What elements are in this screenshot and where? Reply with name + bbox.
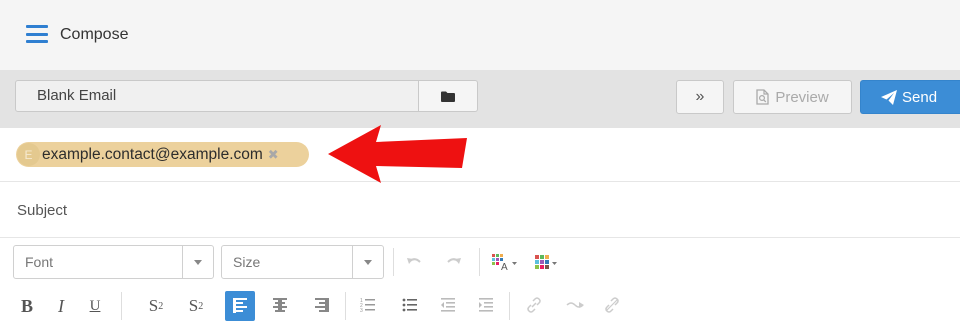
unlink-icon[interactable] — [604, 297, 620, 313]
superscript-mark: 2 — [198, 300, 204, 312]
toolbar-separator — [509, 292, 510, 320]
template-select[interactable]: Blank Email — [15, 80, 419, 112]
align-left-icon — [233, 298, 247, 313]
send-label: Send — [902, 88, 938, 106]
toolbar-separator — [345, 292, 346, 320]
toolbar-separator — [479, 248, 480, 276]
hamburger-icon[interactable] — [26, 25, 48, 43]
size-select-label: Size — [233, 254, 261, 270]
compose-header: Compose — [0, 0, 960, 70]
outdent-icon[interactable] — [440, 297, 456, 313]
link-icon[interactable] — [526, 297, 542, 313]
more-options-button[interactable]: » — [676, 80, 724, 114]
text-color-icon[interactable]: A — [490, 251, 520, 273]
compose-toolbar: Blank Email » Preview Send — [0, 70, 960, 128]
undo-icon[interactable] — [406, 253, 424, 271]
numbered-list-icon[interactable]: 1 2 3 — [360, 297, 376, 313]
svg-text:A: A — [501, 262, 508, 272]
subject-placeholder: Subject — [17, 202, 68, 219]
subject-field[interactable]: Subject — [0, 182, 960, 238]
font-select[interactable]: Font — [13, 245, 214, 279]
align-right-icon[interactable] — [314, 297, 330, 315]
close-icon[interactable]: ✖ — [268, 148, 279, 161]
anchor-icon[interactable] — [566, 300, 584, 310]
recipient-avatar: E — [17, 143, 40, 166]
preview-icon — [756, 89, 769, 105]
bold-button[interactable]: B — [17, 292, 37, 320]
redo-icon[interactable] — [444, 253, 462, 271]
toolbar-separator — [393, 248, 394, 276]
send-icon — [881, 89, 897, 105]
page-title: Compose — [60, 26, 129, 43]
recipient-field[interactable]: E example.contact@example.com ✖ — [0, 128, 960, 182]
recipient-email: example.contact@example.com — [42, 145, 263, 163]
size-select[interactable]: Size — [221, 245, 384, 279]
recipient-chip[interactable]: E example.contact@example.com ✖ — [16, 142, 309, 167]
send-button[interactable]: Send — [860, 80, 960, 114]
underline-button[interactable]: U — [85, 292, 105, 320]
bullet-list-icon[interactable] — [402, 297, 418, 313]
indent-icon[interactable] — [478, 297, 494, 313]
preview-label: Preview — [775, 88, 829, 106]
folder-icon — [441, 91, 455, 102]
superscript-button[interactable]: S2 — [183, 292, 209, 320]
font-select-label: Font — [25, 254, 54, 270]
annotation-arrow-icon — [328, 125, 467, 183]
subscript-base: S — [148, 296, 159, 315]
italic-button[interactable]: I — [51, 292, 71, 320]
superscript-base: S — [188, 296, 199, 315]
caret-down-icon — [364, 259, 372, 265]
background-color-icon[interactable] — [532, 251, 562, 273]
template-folder-button[interactable] — [419, 80, 478, 112]
size-dropdown-caret[interactable] — [352, 246, 383, 278]
toolbar-separator — [121, 292, 122, 320]
caret-down-icon — [194, 259, 202, 265]
preview-button[interactable]: Preview — [733, 80, 852, 114]
subscript-button[interactable]: S2 — [143, 292, 169, 320]
svg-text:3: 3 — [360, 308, 363, 313]
align-center-icon[interactable] — [272, 297, 288, 315]
subscript-mark: 2 — [158, 300, 164, 312]
font-dropdown-caret[interactable] — [182, 246, 213, 278]
